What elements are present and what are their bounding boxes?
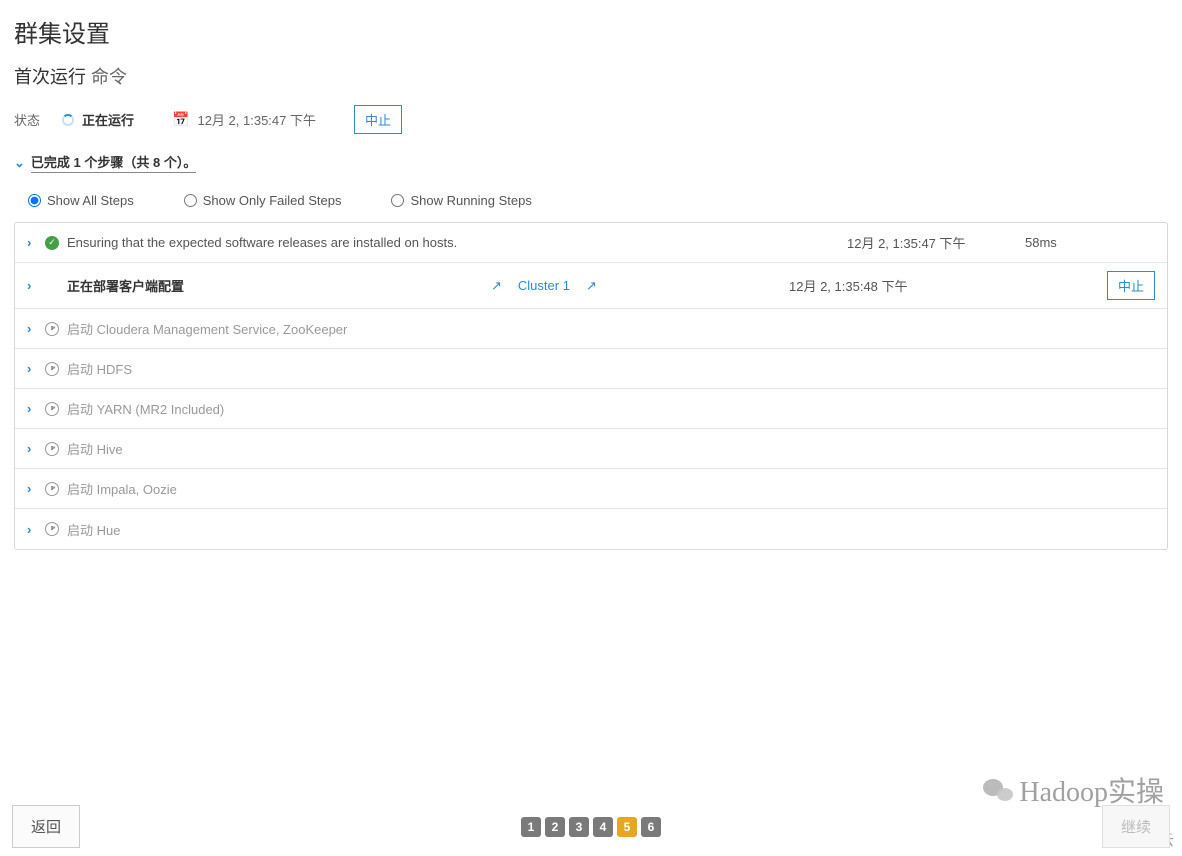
step-timestamp: 12月 2, 1:35:47 下午 [847, 233, 1017, 252]
clock-icon [45, 522, 59, 536]
filter-failed[interactable]: Show Only Failed Steps [184, 193, 342, 208]
step-text: 正在部署客户端配置 [67, 276, 483, 295]
continue-button: 继续 [1102, 805, 1170, 848]
step-text: 启动 Hue [67, 520, 1155, 539]
step-row: › 启动 YARN (MR2 Included) [15, 389, 1167, 429]
abort-button[interactable]: 中止 [354, 105, 402, 134]
step-text: Ensuring that the expected software rele… [67, 235, 541, 250]
subtitle: 首次运行 命令 [0, 55, 1182, 99]
pager-4[interactable]: 4 [593, 817, 613, 837]
chevron-right-icon[interactable]: › [27, 235, 37, 250]
step-row: › 启动 Hive [15, 429, 1167, 469]
clock-icon [45, 322, 59, 336]
filter-running-label: Show Running Steps [410, 193, 531, 208]
spinner-icon [62, 114, 74, 126]
progress-row[interactable]: ⌄ 已完成 1 个步骤（共 8 个）。 [0, 148, 1182, 183]
chevron-right-icon[interactable]: › [27, 361, 37, 376]
step-link[interactable]: ↗ Cluster 1 ↗ [491, 278, 781, 294]
filter-failed-label: Show Only Failed Steps [203, 193, 342, 208]
filter-all-radio[interactable] [28, 194, 41, 207]
status-value: 正在运行 [82, 110, 134, 129]
step-text: 启动 Impala, Oozie [67, 479, 1155, 498]
back-button[interactable]: 返回 [12, 805, 80, 848]
clock-icon [45, 402, 59, 416]
pager: 1 2 3 4 5 6 [521, 817, 661, 837]
step-timestamp: 12月 2, 1:35:48 下午 [789, 276, 959, 295]
cluster-link[interactable]: Cluster 1 [518, 278, 570, 293]
bottom-bar: 返回 1 2 3 4 5 6 继续 [0, 797, 1182, 856]
pager-3[interactable]: 3 [569, 817, 589, 837]
step-row: › ✓ Ensuring that the expected software … [15, 223, 1167, 263]
step-text: 启动 HDFS [67, 359, 1155, 378]
filter-failed-radio[interactable] [184, 194, 197, 207]
subtitle-strong: 首次运行 [14, 67, 86, 87]
chevron-down-icon[interactable]: ⌄ [14, 155, 25, 171]
step-filter: Show All Steps Show Only Failed Steps Sh… [0, 183, 1182, 218]
clock-icon [45, 362, 59, 376]
subtitle-light: 命令 [91, 67, 127, 87]
status-bar: 状态 正在运行 📅 12月 2, 1:35:47 下午 中止 [0, 99, 1182, 148]
clock-icon [45, 442, 59, 456]
chevron-right-icon[interactable]: › [27, 278, 37, 293]
clock-icon [45, 482, 59, 496]
chevron-right-icon[interactable]: › [27, 522, 37, 537]
steps-list: › ✓ Ensuring that the expected software … [14, 222, 1168, 550]
filter-running[interactable]: Show Running Steps [391, 193, 531, 208]
external-link-icon[interactable]: ↗ [586, 278, 597, 294]
pager-2[interactable]: 2 [545, 817, 565, 837]
step-row: › 启动 HDFS [15, 349, 1167, 389]
pager-6[interactable]: 6 [641, 817, 661, 837]
step-duration: 58ms [1025, 235, 1155, 250]
calendar-icon: 📅 [172, 111, 189, 128]
step-text: 启动 Cloudera Management Service, ZooKeepe… [67, 319, 1155, 338]
step-row: › 启动 Hue [15, 509, 1167, 549]
status-timestamp: 12月 2, 1:35:47 下午 [197, 110, 316, 129]
chevron-right-icon[interactable]: › [27, 401, 37, 416]
filter-running-radio[interactable] [391, 194, 404, 207]
step-row: › 启动 Cloudera Management Service, ZooKee… [15, 309, 1167, 349]
chevron-right-icon[interactable]: › [27, 441, 37, 456]
check-icon: ✓ [45, 236, 59, 250]
status-label: 状态 [14, 110, 40, 129]
chevron-right-icon[interactable]: › [27, 321, 37, 336]
filter-all-label: Show All Steps [47, 193, 134, 208]
external-link-icon[interactable]: ↗ [491, 278, 502, 294]
pager-1[interactable]: 1 [521, 817, 541, 837]
progress-text: 已完成 1 个步骤（共 8 个）。 [31, 152, 196, 173]
step-row: › 正在部署客户端配置 ↗ Cluster 1 ↗ 12月 2, 1:35:48… [15, 263, 1167, 309]
step-text: 启动 Hive [67, 439, 1155, 458]
step-row: › 启动 Impala, Oozie [15, 469, 1167, 509]
filter-all[interactable]: Show All Steps [28, 193, 134, 208]
pager-5[interactable]: 5 [617, 817, 637, 837]
chevron-right-icon[interactable]: › [27, 481, 37, 496]
step-abort-button[interactable]: 中止 [1107, 271, 1155, 300]
page-title: 群集设置 [0, 0, 1182, 55]
step-text: 启动 YARN (MR2 Included) [67, 399, 1155, 418]
